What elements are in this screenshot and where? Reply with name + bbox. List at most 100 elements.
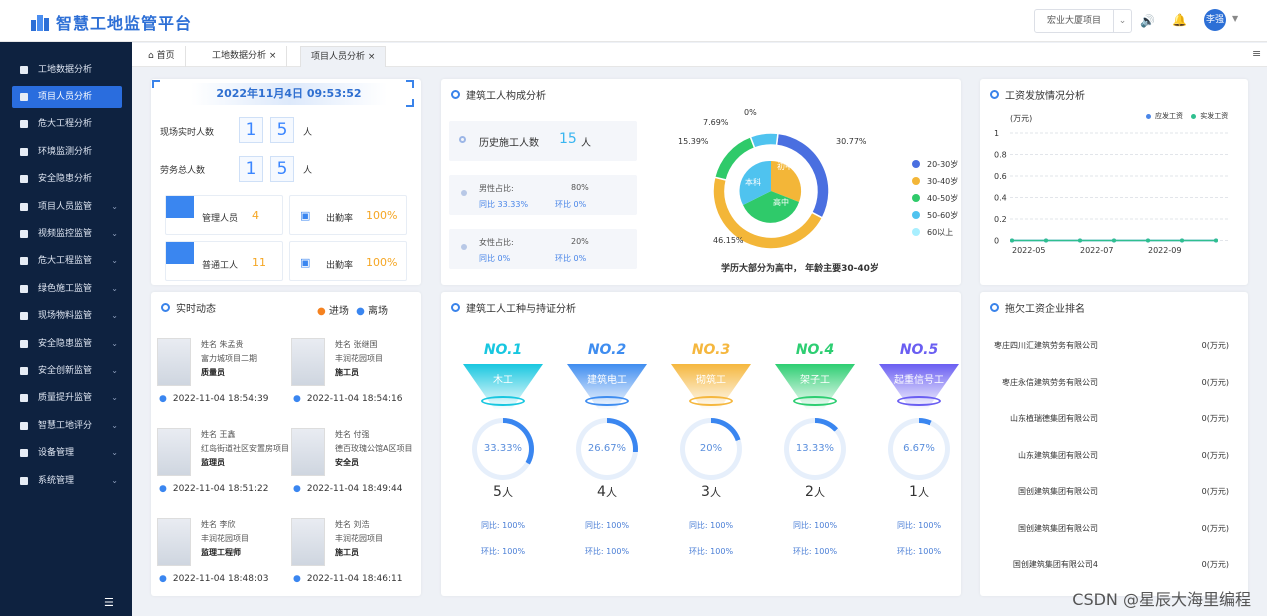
wage-point <box>1146 238 1150 243</box>
sidebar-item-devices[interactable]: 设备管理 ⌄ <box>12 442 122 464</box>
close-icon[interactable]: × <box>368 52 376 62</box>
entry-time-text: 2022-11-04 18:51:22 <box>172 484 269 494</box>
panel-title-text: 实时动态 <box>176 304 216 315</box>
panel-title-text: 拖欠工资企业排名 <box>1005 304 1085 315</box>
calendar-icon: ▣ <box>300 256 311 269</box>
bell-icon[interactable]: 🔔 <box>1172 13 1187 27</box>
entry-dot: ● <box>159 484 167 494</box>
user-menu-caret-icon[interactable]: ▼ <box>1232 14 1238 23</box>
score-icon <box>20 422 28 430</box>
trade-progress-ring: 33.33% <box>472 418 534 480</box>
male-yoy: 同比 33.33% <box>479 200 529 209</box>
legend-in-label: 进场 <box>328 306 349 317</box>
more-menu-icon[interactable]: ≡ <box>1252 47 1261 60</box>
close-icon[interactable]: × <box>269 51 277 61</box>
sidebar-item-hazard-supervision[interactable]: 危大工程监管 ⌄ <box>12 250 122 272</box>
mgmt-label: 管理人员 <box>202 214 239 224</box>
wages-panel: 工资发放情况分析 (万元) 应发工资 实发工资 1 0.8 0.6 0.4 0.2 0 20… <box>980 79 1248 285</box>
user-avatar[interactable]: 李强 <box>1204 9 1226 31</box>
sidebar-item-green-construction[interactable]: 绿色施工监管 ⌄ <box>12 278 122 300</box>
female-value: 20% <box>571 237 589 246</box>
user-name: 李强 <box>1205 15 1224 25</box>
legend-dot <box>912 194 920 202</box>
live-entry[interactable]: 姓名 付强 德百玫瑰公馆A区项目 安全员 ● 2022-11-04 18:49:44 <box>291 426 421 502</box>
x-tick-label: 2022-09 <box>1148 246 1181 255</box>
trade-pct: 6.67% <box>903 443 935 454</box>
tab-home[interactable]: ⌂ 首页 <box>138 46 186 67</box>
female-mom: 环比 0% <box>555 254 587 263</box>
sidebar-item-safety-innovation[interactable]: 安全创新监管 ⌄ <box>12 360 122 382</box>
inner-label: 高中 <box>773 197 789 207</box>
volume-icon[interactable]: 🔊 <box>1140 14 1155 28</box>
wage-point <box>1010 238 1014 243</box>
wage-point <box>1214 238 1218 243</box>
legend-dot <box>1191 113 1197 119</box>
wage-point <box>1044 238 1048 243</box>
panel-title: 实时动态 <box>161 300 216 315</box>
ring-icon <box>451 90 460 99</box>
panel-title-text: 建筑工人工种与持证分析 <box>466 304 576 315</box>
sidebar-item-label: 项目人员分析 <box>38 92 93 102</box>
sidebar-item-safety-risk-analysis[interactable]: 安全隐患分析 <box>12 168 122 190</box>
camera-icon <box>20 230 28 238</box>
trade-mom: 环比: 100% <box>792 547 838 556</box>
project-select-value: 宏业大厦项目 <box>1047 16 1102 26</box>
sidebar-item-site-data-analysis[interactable]: 工地数据分析 <box>12 59 122 81</box>
sidebar-item-personnel-analysis[interactable]: 项目人员分析 <box>12 86 122 108</box>
person-photo <box>291 518 325 566</box>
corner-decoration <box>406 99 414 107</box>
legend-label: 60以上 <box>927 228 953 237</box>
sidebar-item-hazard-analysis[interactable]: 危大工程分析 <box>12 113 122 135</box>
sidebar-item-video-supervision[interactable]: 视频监控监管 ⌄ <box>12 223 122 245</box>
y-tick-label: 1 <box>994 129 999 138</box>
trade-count-value: 2 <box>805 484 814 500</box>
sidebar-item-safety-risk-supervision[interactable]: 安全隐患监管 ⌄ <box>12 333 122 355</box>
live-entry[interactable]: 姓名 朱孟贵 富力城项目二期 质量员 ● 2022-11-04 18:54:39 <box>157 336 287 412</box>
project-select[interactable]: 宏业大厦项目 ⌄ <box>1034 9 1132 33</box>
sidebar-item-environment-analysis[interactable]: 环境监测分析 <box>12 141 122 163</box>
trade-pct: 20% <box>699 443 723 454</box>
sidebar-item-label: 安全隐患监管 <box>38 339 93 349</box>
live-entry[interactable]: 姓名 王鑫 红岛街道社区安置房项目 监理员 ● 2022-11-04 18:51:22 <box>157 426 289 502</box>
sidebar-item-system[interactable]: 系统管理 ⌄ <box>12 470 122 492</box>
entry-time-text: 2022-11-04 18:48:03 <box>172 574 269 584</box>
tab-label: 项目人员分析 <box>311 52 366 62</box>
trade-progress-ring: 13.33% <box>784 418 846 480</box>
live-entry[interactable]: 姓名 刘浩 丰润花园项目 施工员 ● 2022-11-04 18:46:11 <box>291 516 421 592</box>
sidebar-item-personnel-supervision[interactable]: 项目人员监管 ⌄ <box>12 196 122 218</box>
person-project: 德百玫瑰公馆A区项目 <box>335 444 413 453</box>
male-box: 男性占比: 80% 同比 33.33% 环比 0% <box>449 175 637 215</box>
person-project: 丰润花园项目 <box>335 354 383 363</box>
tab-bar: ⌂ 首页 工地数据分析 × 项目人员分析 × ≡ <box>132 43 1267 67</box>
person-name: 姓名 付强 <box>335 430 370 439</box>
calendar-icon: ▣ <box>300 209 311 222</box>
trade-name: 架子工 <box>800 375 830 386</box>
trade-count-unit: 人 <box>709 486 721 499</box>
management-stat: 管理人员 4 <box>165 195 283 235</box>
person-photo <box>291 428 325 476</box>
trade-count-unit: 人 <box>501 486 513 499</box>
tab-site-data-analysis[interactable]: 工地数据分析 × <box>202 46 288 67</box>
sidebar-item-site-score[interactable]: 智慧工地评分 ⌄ <box>12 415 122 437</box>
panel-title-text: 工资发放情况分析 <box>1005 91 1085 102</box>
trade-count-unit: 人 <box>605 486 617 499</box>
sidebar-item-quality[interactable]: 质量提升监管 ⌄ <box>12 387 122 409</box>
chevron-down-icon: ⌄ <box>111 229 118 238</box>
trade-count: 1人 <box>879 484 959 500</box>
sidebar-item-materials[interactable]: 现场物料监管 ⌄ <box>12 305 122 327</box>
history-label: 历史施工人数 <box>479 138 539 149</box>
tab-personnel-analysis[interactable]: 项目人员分析 × <box>300 46 387 67</box>
trade-rank: NO.4 <box>795 342 835 358</box>
trade-rank: NO.1 <box>483 342 523 358</box>
trade-pct: 26.67% <box>587 443 627 454</box>
onsite-label: 现场实时人数 <box>160 128 215 138</box>
users-icon <box>20 203 28 211</box>
person-info: 姓名 付强 德百玫瑰公馆A区项目 安全员 <box>335 428 425 470</box>
live-entry[interactable]: 姓名 李欣 丰润花园项目 监理工程师 ● 2022-11-04 18:48:03 <box>157 516 287 592</box>
live-entry[interactable]: 姓名 张继国 丰润花园项目 施工员 ● 2022-11-04 18:54:16 <box>291 336 421 412</box>
person-photo <box>157 338 191 386</box>
dot-icon <box>459 136 466 143</box>
trade-count-value: 1 <box>909 484 918 500</box>
collapse-menu-icon[interactable]: ☰ <box>104 596 114 609</box>
arrears-value: 0(万元) <box>1201 414 1229 423</box>
